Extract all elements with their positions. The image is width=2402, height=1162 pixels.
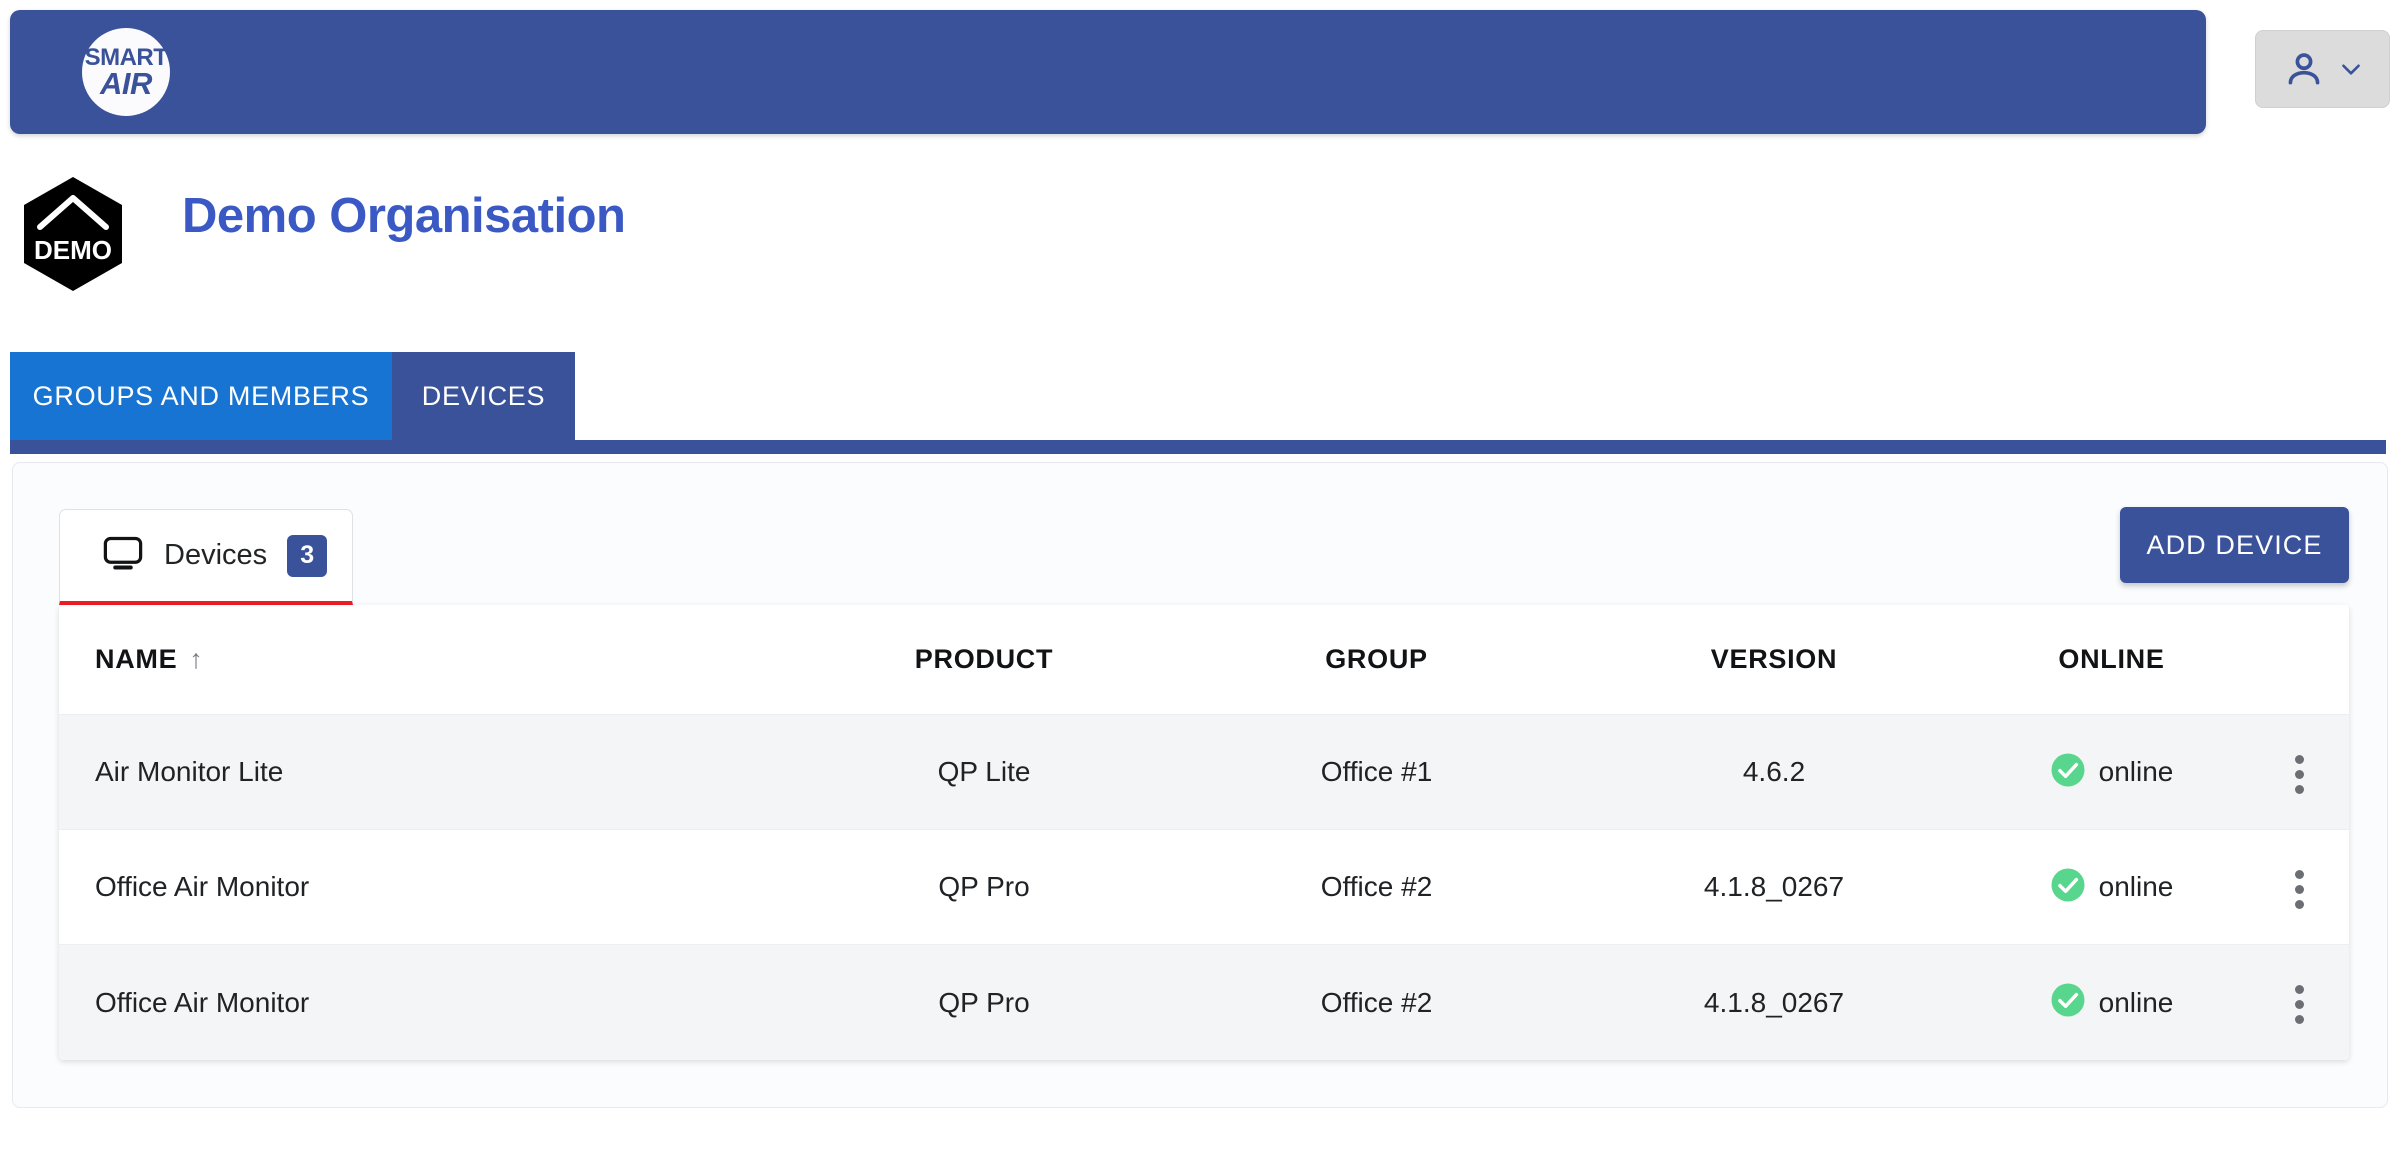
table-row[interactable]: Air Monitor Lite QP Lite Office #1 4.6.2… xyxy=(59,715,2349,830)
cell-product: QP Pro xyxy=(938,871,1030,902)
demo-org-badge-icon: DEMO xyxy=(18,175,128,293)
cell-product: QP Lite xyxy=(937,756,1031,787)
cell-online-status: online xyxy=(1974,867,2249,908)
cell-device-name: Office Air Monitor xyxy=(95,986,310,1018)
devices-panel: Devices 3 ADD DEVICE NAME ↑ PRODUCT GROU… xyxy=(12,462,2388,1108)
column-header-online[interactable]: ONLINE xyxy=(1974,644,2249,675)
status-online-label: online xyxy=(2098,871,2174,902)
cell-group: Office #2 xyxy=(1320,986,1433,1018)
table-header-row: NAME ↑ PRODUCT GROUP VERSION ONLINE xyxy=(59,605,2349,715)
cell-version: 4.1.8_0267 xyxy=(1703,871,1845,902)
smart-air-logo: SMART AIR xyxy=(82,28,170,116)
cell-product: QP Pro xyxy=(938,986,1030,1018)
status-online-label: online xyxy=(2098,756,2174,787)
tab-devices-label: DEVICES xyxy=(421,380,546,411)
devices-count-badge: 3 xyxy=(287,534,328,577)
column-header-name[interactable]: NAME ↑ xyxy=(59,644,789,675)
page-title: Demo Organisation xyxy=(182,189,626,243)
tab-underline-bar xyxy=(10,440,2386,454)
table-row[interactable]: Office Air Monitor QP Pro Office #2 4.1.… xyxy=(59,945,2349,1060)
cell-online-status: online xyxy=(1974,982,2249,1023)
monitor-icon xyxy=(102,536,144,575)
chevron-down-icon xyxy=(2338,56,2364,82)
app-root: SMART AIR DEMO Demo Organisation GROUPS … xyxy=(0,0,2402,1162)
sort-ascending-icon: ↑ xyxy=(189,644,204,674)
status-online-icon xyxy=(2050,752,2086,793)
tab-groups-and-members[interactable]: GROUPS AND MEMBERS xyxy=(10,352,392,440)
column-header-group[interactable]: GROUP xyxy=(1179,644,1574,675)
svg-text:DEMO: DEMO xyxy=(34,235,112,265)
organisation-header: DEMO Demo Organisation xyxy=(0,160,2402,291)
tab-devices[interactable]: DEVICES xyxy=(392,352,575,440)
status-online-icon xyxy=(2050,867,2086,908)
cell-version: 4.1.8_0267 xyxy=(1703,986,1845,1018)
cell-device-name: Office Air Monitor xyxy=(95,871,310,902)
app-header-bar: SMART AIR xyxy=(10,10,2206,134)
column-header-name-label: NAME xyxy=(95,644,178,674)
person-icon xyxy=(2282,47,2326,91)
cell-group: Office #2 xyxy=(1320,871,1433,902)
more-options-icon[interactable] xyxy=(2294,754,2304,794)
column-header-product[interactable]: PRODUCT xyxy=(789,644,1179,675)
row-actions[interactable] xyxy=(2249,751,2349,794)
tab-groups-and-members-label: GROUPS AND MEMBERS xyxy=(32,380,370,411)
main-tabs: GROUPS AND MEMBERS DEVICES xyxy=(0,352,2402,454)
add-device-button[interactable]: ADD DEVICE xyxy=(2120,507,2349,583)
column-header-version[interactable]: VERSION xyxy=(1574,644,1974,675)
cell-group: Office #1 xyxy=(1320,756,1433,787)
account-menu-button[interactable] xyxy=(2255,30,2390,108)
more-options-icon[interactable] xyxy=(2294,985,2304,1024)
brand-air-text: AIR xyxy=(100,65,152,101)
cell-version: 4.6.2 xyxy=(1742,756,1806,787)
cell-device-name: Air Monitor Lite xyxy=(95,756,284,787)
devices-table: NAME ↑ PRODUCT GROUP VERSION ONLINE Air … xyxy=(59,605,2349,1060)
status-online-icon xyxy=(2050,982,2086,1023)
subtab-devices[interactable]: Devices 3 xyxy=(59,509,353,605)
table-row[interactable]: Office Air Monitor QP Pro Office #2 4.1.… xyxy=(59,830,2349,945)
cell-online-status: online xyxy=(1974,752,2249,793)
row-actions[interactable] xyxy=(2249,866,2349,909)
status-online-label: online xyxy=(2098,986,2174,1018)
subtab-devices-label: Devices xyxy=(164,539,268,571)
row-actions[interactable] xyxy=(2249,981,2349,1024)
more-options-icon[interactable] xyxy=(2294,869,2304,909)
